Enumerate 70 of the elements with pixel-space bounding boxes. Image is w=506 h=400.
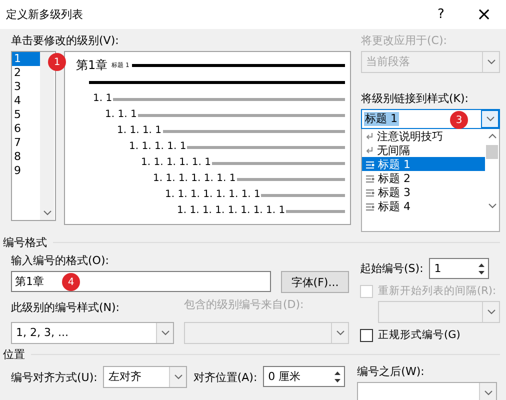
preview-level-number: 1. 1. 1 xyxy=(105,108,137,120)
number-style-dropdown[interactable]: 1, 2, 3, ... xyxy=(11,322,174,344)
follow-number-label: 编号之后(W): xyxy=(357,364,426,379)
number-format-field[interactable]: 第1章 4 xyxy=(11,271,271,292)
level-list-label: 单击要修改的级别(V): xyxy=(11,33,120,48)
level-item[interactable]: 7 xyxy=(12,136,40,150)
chevron-down-icon xyxy=(486,116,494,122)
chevron-down-icon xyxy=(174,374,183,380)
include-level-label: 包含的级别编号来自(D): xyxy=(184,297,304,313)
linked-style-icon xyxy=(365,188,375,196)
level-item[interactable]: 4 xyxy=(12,94,40,108)
style-item[interactable]: 标题 2 xyxy=(362,171,485,185)
alignment-label: 编号对齐方式(U): xyxy=(11,370,98,385)
apply-to-label: 将更改应用于(C): xyxy=(361,33,448,48)
level-item[interactable]: 6 xyxy=(12,122,40,136)
preview-level-number: 1. 1. 1. 1. 1. 1 xyxy=(141,156,211,168)
link-style-label: 将级别链接到样式(K): xyxy=(361,91,470,106)
section-title: 编号格式 xyxy=(3,234,47,250)
checkbox[interactable] xyxy=(360,328,373,342)
linked-style-icon xyxy=(365,174,375,182)
number-style-label: 此级别的编号样式(N): xyxy=(11,300,121,315)
scrollbar[interactable] xyxy=(40,52,54,220)
chevron-down-icon xyxy=(486,59,496,65)
chevron-down-icon xyxy=(336,330,344,336)
preview-level-number: 1. 1. 1. 1. 1. 1. 1. 1. 1 xyxy=(177,204,286,216)
preview-level-number: 1. 1. 1. 1. 1 xyxy=(129,140,186,152)
number-badge: 4 xyxy=(62,273,80,291)
font-button[interactable]: 字体(F)... xyxy=(281,271,349,293)
style-item[interactable]: 标题 3 xyxy=(362,185,485,199)
chevron-down-icon xyxy=(42,210,52,216)
style-item[interactable]: 标题 4 xyxy=(362,199,485,213)
level-item[interactable]: 9 xyxy=(12,164,40,178)
window-title: 定义新多级列表 xyxy=(5,7,84,22)
close-button[interactable]: × xyxy=(462,0,506,29)
chevron-down-icon xyxy=(488,203,496,209)
linked-style-icon xyxy=(365,202,375,210)
preview-level-number: 1. 1. 1. 1. 1. 1. 1. 1 xyxy=(165,188,260,200)
preview-level-number: 1. 1. 1. 1. 1. 1. 1 xyxy=(153,172,236,184)
legal-numbering-label: 正规形式编号(G) xyxy=(378,328,460,342)
chevron-down-icon xyxy=(484,390,493,396)
level-item[interactable]: 5 xyxy=(12,108,40,122)
linked-style-icon xyxy=(365,160,375,168)
style-item[interactable]: 标题 1 xyxy=(362,157,485,171)
return-arrow-icon xyxy=(365,132,374,140)
preview-level-number: 1. 1 xyxy=(93,92,112,104)
scrollbar-thumb[interactable] xyxy=(486,145,498,159)
start-at-label: 起始编号(S): xyxy=(360,261,424,276)
chevron-down-icon xyxy=(486,309,496,315)
aligned-at-field[interactable]: 0 厘米 xyxy=(263,366,346,387)
number-badge: 3 xyxy=(450,111,468,129)
level-item[interactable]: 1 xyxy=(12,52,40,66)
level-item[interactable]: 2 xyxy=(12,66,40,80)
restart-label: 重新开始列表的间隔(R): xyxy=(378,284,496,298)
link-style-combobox[interactable]: 标题 1 3 xyxy=(361,109,500,129)
return-arrow-icon xyxy=(365,146,374,154)
section-title: 位置 xyxy=(3,346,25,362)
style-item[interactable]: 注意说明技巧 xyxy=(362,129,485,143)
chevron-down-icon xyxy=(160,330,170,336)
chevron-up-icon xyxy=(488,133,496,139)
preview-heading-number: 第1章 xyxy=(76,56,108,74)
aligned-at-label: 对齐位置(A): xyxy=(193,370,258,385)
style-item[interactable]: 无间隔 xyxy=(362,143,485,157)
preview-level-number: 1. 1. 1. 1 xyxy=(117,124,162,136)
help-button[interactable]: ? xyxy=(420,0,462,29)
level-item[interactable]: 8 xyxy=(12,150,40,164)
alignment-dropdown[interactable]: 左对齐 xyxy=(103,366,188,388)
start-at-field[interactable]: 1 xyxy=(429,258,490,279)
follow-number-dropdown[interactable] xyxy=(357,382,498,400)
format-label: 输入编号的格式(O): xyxy=(11,253,110,268)
level-item[interactable]: 3 xyxy=(12,80,40,94)
